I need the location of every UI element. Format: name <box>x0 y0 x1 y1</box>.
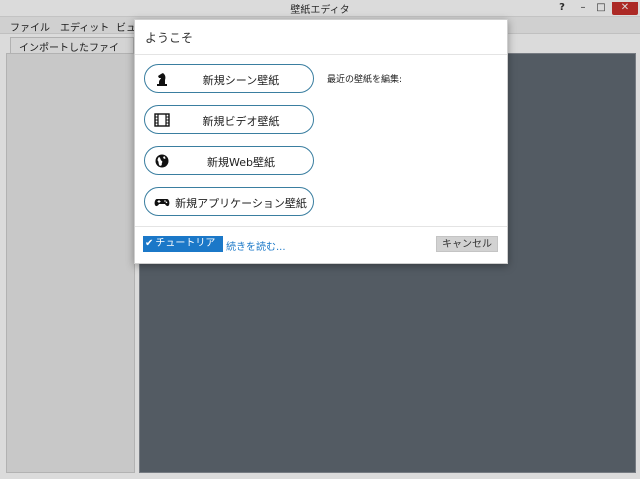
recent-wallpapers-label: 最近の壁紙を編集: <box>327 75 403 85</box>
divider <box>135 54 507 55</box>
divider <box>135 226 507 227</box>
new-scene-wallpaper-button[interactable]: 新規シーン壁紙 <box>144 64 314 93</box>
new-video-wallpaper-button[interactable]: 新規ビデオ壁紙 <box>144 105 314 134</box>
welcome-dialog: ようこそ 新規シーン壁紙 新規ビデオ壁紙 新規Web壁紙 新規アプリケーション壁… <box>134 19 508 265</box>
dialog-title: ようこそ <box>145 31 194 45</box>
tutorial-checkbox-label: チュートリアル <box>145 238 216 265</box>
checkmark-icon: ✔ <box>145 238 154 249</box>
new-application-wallpaper-button[interactable]: 新規アプリケーション壁紙 <box>144 187 314 216</box>
new-scene-wallpaper-label: 新規シーン壁紙 <box>202 74 280 87</box>
tutorial-checkbox[interactable]: ✔ チュートリアル <box>143 236 223 265</box>
new-application-wallpaper-label: 新規アプリケーション壁紙 <box>175 197 307 210</box>
gamepad-icon <box>154 194 170 210</box>
read-more-link[interactable]: 続きを読む... <box>226 238 286 253</box>
chess-knight-icon <box>154 71 170 87</box>
new-web-wallpaper-label: 新規Web壁紙 <box>207 156 275 169</box>
new-video-wallpaper-label: 新規ビデオ壁紙 <box>202 115 280 128</box>
cancel-button[interactable]: キャンセル <box>436 236 498 252</box>
globe-icon <box>154 153 170 169</box>
film-icon <box>154 112 170 128</box>
new-web-wallpaper-button[interactable]: 新規Web壁紙 <box>144 146 314 175</box>
